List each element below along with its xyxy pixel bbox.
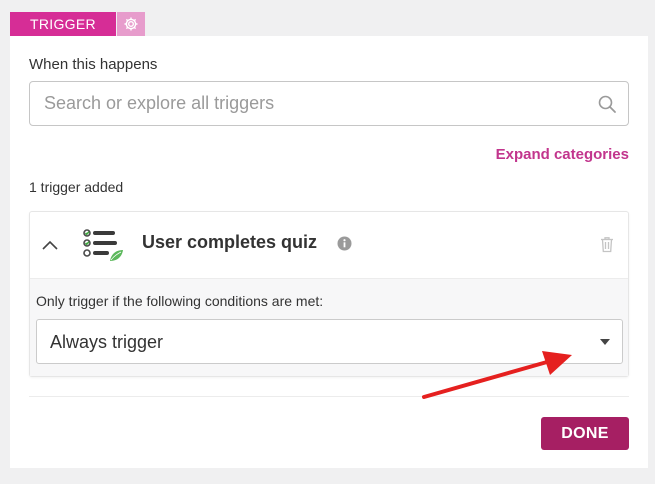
search-box[interactable] — [29, 81, 629, 126]
condition-select[interactable]: Always trigger — [36, 319, 623, 364]
quiz-checklist-icon — [83, 229, 123, 261]
tab-trigger[interactable]: TRIGGER — [10, 12, 116, 36]
chevron-up-icon[interactable] — [39, 234, 61, 256]
condition-select-value: Always trigger — [50, 332, 164, 352]
caret-down-icon — [600, 339, 610, 345]
conditions-label: Only trigger if the following conditions… — [36, 293, 324, 309]
when-label: When this happens — [29, 56, 158, 73]
trigger-conditions: Only trigger if the following conditions… — [30, 278, 628, 376]
trash-icon[interactable] — [600, 236, 614, 253]
trigger-panel: When this happens Expand categories 1 tr… — [10, 36, 648, 468]
search-icon[interactable] — [597, 94, 617, 114]
search-input[interactable] — [44, 82, 584, 125]
triggers-added-count: 1 trigger added — [29, 179, 124, 195]
tab-bar: TRIGGER — [10, 12, 145, 36]
expand-categories-link[interactable]: Expand categories — [496, 146, 629, 163]
trigger-card: User completes quiz Only trigger if the … — [29, 211, 629, 377]
tab-settings[interactable] — [116, 12, 145, 36]
divider — [29, 396, 629, 397]
trigger-card-header: User completes quiz — [30, 212, 628, 278]
tab-trigger-label: TRIGGER — [30, 16, 96, 32]
gear-icon — [124, 17, 138, 31]
info-icon[interactable] — [337, 236, 352, 251]
trigger-title: User completes quiz — [142, 232, 318, 252]
done-button[interactable]: DONE — [541, 417, 629, 450]
